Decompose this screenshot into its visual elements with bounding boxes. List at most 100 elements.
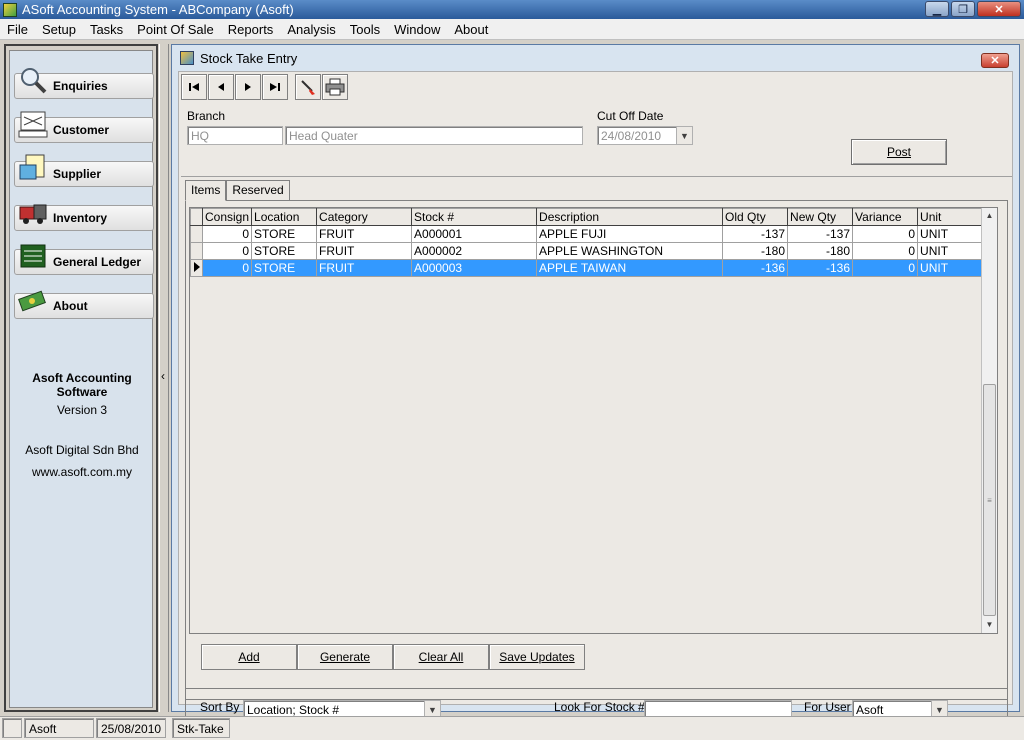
form-title: Stock Take Entry — [200, 50, 298, 66]
last-record-icon[interactable] — [262, 74, 288, 100]
current-row-pointer-icon[interactable] — [190, 259, 203, 277]
cell-unit[interactable]: UNIT — [917, 259, 984, 277]
add-button[interactable]: Add — [201, 644, 297, 670]
sidebar-panel: Enquiries Customer Supplier Inventory Ge… — [9, 50, 154, 708]
table-row[interactable]: 0 STORE FRUIT A000002 APPLE WASHINGTON -… — [190, 242, 984, 260]
status-user: Asoft — [24, 718, 94, 738]
clear-all-button[interactable]: Clear All — [393, 644, 489, 670]
cell-unit[interactable]: UNIT — [917, 225, 984, 243]
branch-name-field[interactable]: Head Quater — [285, 126, 583, 145]
cell-location[interactable]: STORE — [251, 259, 318, 277]
column-header-stock[interactable]: Stock # — [411, 208, 538, 226]
cell-category[interactable]: FRUIT — [316, 225, 413, 243]
cell-stock[interactable]: A000003 — [411, 259, 538, 277]
about-panel: Asoft Accounting Software Version 3 Asof… — [10, 351, 154, 479]
sidebar-item-enquiries[interactable]: Enquiries — [14, 68, 154, 99]
clear-filter-icon[interactable] — [295, 74, 321, 100]
cell-old-qty[interactable]: -137 — [722, 225, 789, 243]
status-bar: Asoft 25/08/2010 Stk-Take — [0, 716, 1024, 740]
cutoff-date-field[interactable]: 24/08/2010 ▼ — [597, 126, 693, 145]
cell-old-qty[interactable]: -136 — [722, 259, 789, 277]
scroll-thumb[interactable]: ≡ — [983, 384, 996, 616]
cell-variance[interactable]: 0 — [852, 242, 919, 260]
cell-description[interactable]: APPLE FUJI — [536, 225, 724, 243]
cell-category[interactable]: FRUIT — [316, 259, 413, 277]
column-header-description[interactable]: Description — [536, 208, 724, 226]
cell-new-qty[interactable]: -136 — [787, 259, 854, 277]
table-row[interactable]: 0 STORE FRUIT A000001 APPLE FUJI -137 -1… — [190, 225, 984, 243]
next-record-icon[interactable] — [235, 74, 261, 100]
menu-about[interactable]: About — [447, 22, 495, 37]
status-panel-blank — [2, 718, 22, 738]
menu-analysis[interactable]: Analysis — [280, 22, 342, 37]
scroll-down-icon[interactable]: ▼ — [982, 617, 997, 633]
cell-unit[interactable]: UNIT — [917, 242, 984, 260]
cell-new-qty[interactable]: -180 — [787, 242, 854, 260]
column-header-category[interactable]: Category — [316, 208, 413, 226]
cell-description[interactable]: APPLE WASHINGTON — [536, 242, 724, 260]
cell-stock[interactable]: A000002 — [411, 242, 538, 260]
printer-icon[interactable] — [322, 74, 348, 100]
sidebar-splitter[interactable]: ‹ — [159, 44, 169, 712]
cell-consign[interactable]: 0 — [201, 259, 253, 277]
sidebar-item-customer[interactable]: Customer — [14, 111, 154, 143]
post-button[interactable]: Post — [851, 139, 947, 165]
cell-description[interactable]: APPLE TAIWAN — [536, 259, 724, 277]
ledger-book-icon — [17, 240, 49, 272]
divider — [181, 176, 1012, 177]
grid-vertical-scrollbar[interactable]: ▲ ≡ ▼ — [981, 208, 997, 633]
close-button[interactable]: ✕ — [977, 1, 1021, 17]
cell-new-qty[interactable]: -137 — [787, 225, 854, 243]
menu-file[interactable]: File — [0, 22, 35, 37]
form-close-button[interactable]: ✕ — [981, 53, 1009, 68]
sidebar-item-label: Customer — [53, 123, 110, 137]
cell-variance[interactable]: 0 — [852, 259, 919, 277]
sidebar-item-supplier[interactable]: Supplier — [14, 154, 154, 187]
first-record-icon[interactable] — [181, 74, 207, 100]
cell-location[interactable]: STORE — [251, 242, 318, 260]
save-updates-button[interactable]: Save Updates — [489, 644, 585, 670]
cell-variance[interactable]: 0 — [852, 225, 919, 243]
menu-tasks[interactable]: Tasks — [83, 22, 130, 37]
tab-items[interactable]: Items — [185, 180, 227, 201]
generate-button[interactable]: Generate — [297, 644, 393, 670]
for-user-label: For User — [804, 700, 851, 714]
sidebar-item-general-ledger[interactable]: General Ledger — [14, 244, 154, 275]
column-header-unit[interactable]: Unit — [917, 208, 984, 226]
sidebar-item-about[interactable]: About — [14, 290, 154, 319]
menu-setup[interactable]: Setup — [35, 22, 83, 37]
row-indicator[interactable] — [190, 225, 203, 243]
branch-code-field[interactable]: HQ — [187, 126, 283, 145]
column-header-new-qty[interactable]: New Qty — [787, 208, 854, 226]
tab-reserved[interactable]: Reserved — [226, 180, 290, 200]
sidebar-item-inventory[interactable]: Inventory — [14, 204, 154, 231]
row-indicator[interactable] — [190, 242, 203, 260]
cell-old-qty[interactable]: -180 — [722, 242, 789, 260]
look-for-stock-label: Look For Stock # — [554, 700, 645, 714]
save-updates-button-label: Save Updates — [499, 650, 575, 664]
cell-consign[interactable]: 0 — [201, 242, 253, 260]
chevron-down-icon[interactable]: ▼ — [676, 127, 692, 144]
window-tab-stk-take[interactable]: Stk-Take — [172, 718, 230, 738]
menu-window[interactable]: Window — [387, 22, 447, 37]
collapse-arrow-icon[interactable]: ‹ — [161, 369, 165, 383]
sidebar: Enquiries Customer Supplier Inventory Ge… — [4, 44, 158, 712]
status-date: 25/08/2010 — [96, 718, 166, 738]
previous-record-icon[interactable] — [208, 74, 234, 100]
cell-category[interactable]: FRUIT — [316, 242, 413, 260]
column-header-variance[interactable]: Variance — [852, 208, 919, 226]
scroll-up-icon[interactable]: ▲ — [982, 208, 997, 224]
restore-button[interactable]: ❐ — [951, 1, 975, 17]
menu-reports[interactable]: Reports — [221, 22, 281, 37]
cell-consign[interactable]: 0 — [201, 225, 253, 243]
table-row-selected[interactable]: 0 STORE FRUIT A000003 APPLE TAIWAN -136 … — [190, 259, 984, 277]
cell-stock[interactable]: A000001 — [411, 225, 538, 243]
column-header-old-qty[interactable]: Old Qty — [722, 208, 789, 226]
column-header-consign[interactable]: Consign — [201, 208, 253, 226]
menu-point-of-sale[interactable]: Point Of Sale — [130, 22, 221, 37]
cell-location[interactable]: STORE — [251, 225, 318, 243]
menu-tools[interactable]: Tools — [343, 22, 387, 37]
minimize-button[interactable]: ▁ — [925, 1, 949, 17]
stock-grid[interactable]: Consign Location Category Stock # Descri… — [189, 207, 998, 634]
column-header-location[interactable]: Location — [251, 208, 318, 226]
